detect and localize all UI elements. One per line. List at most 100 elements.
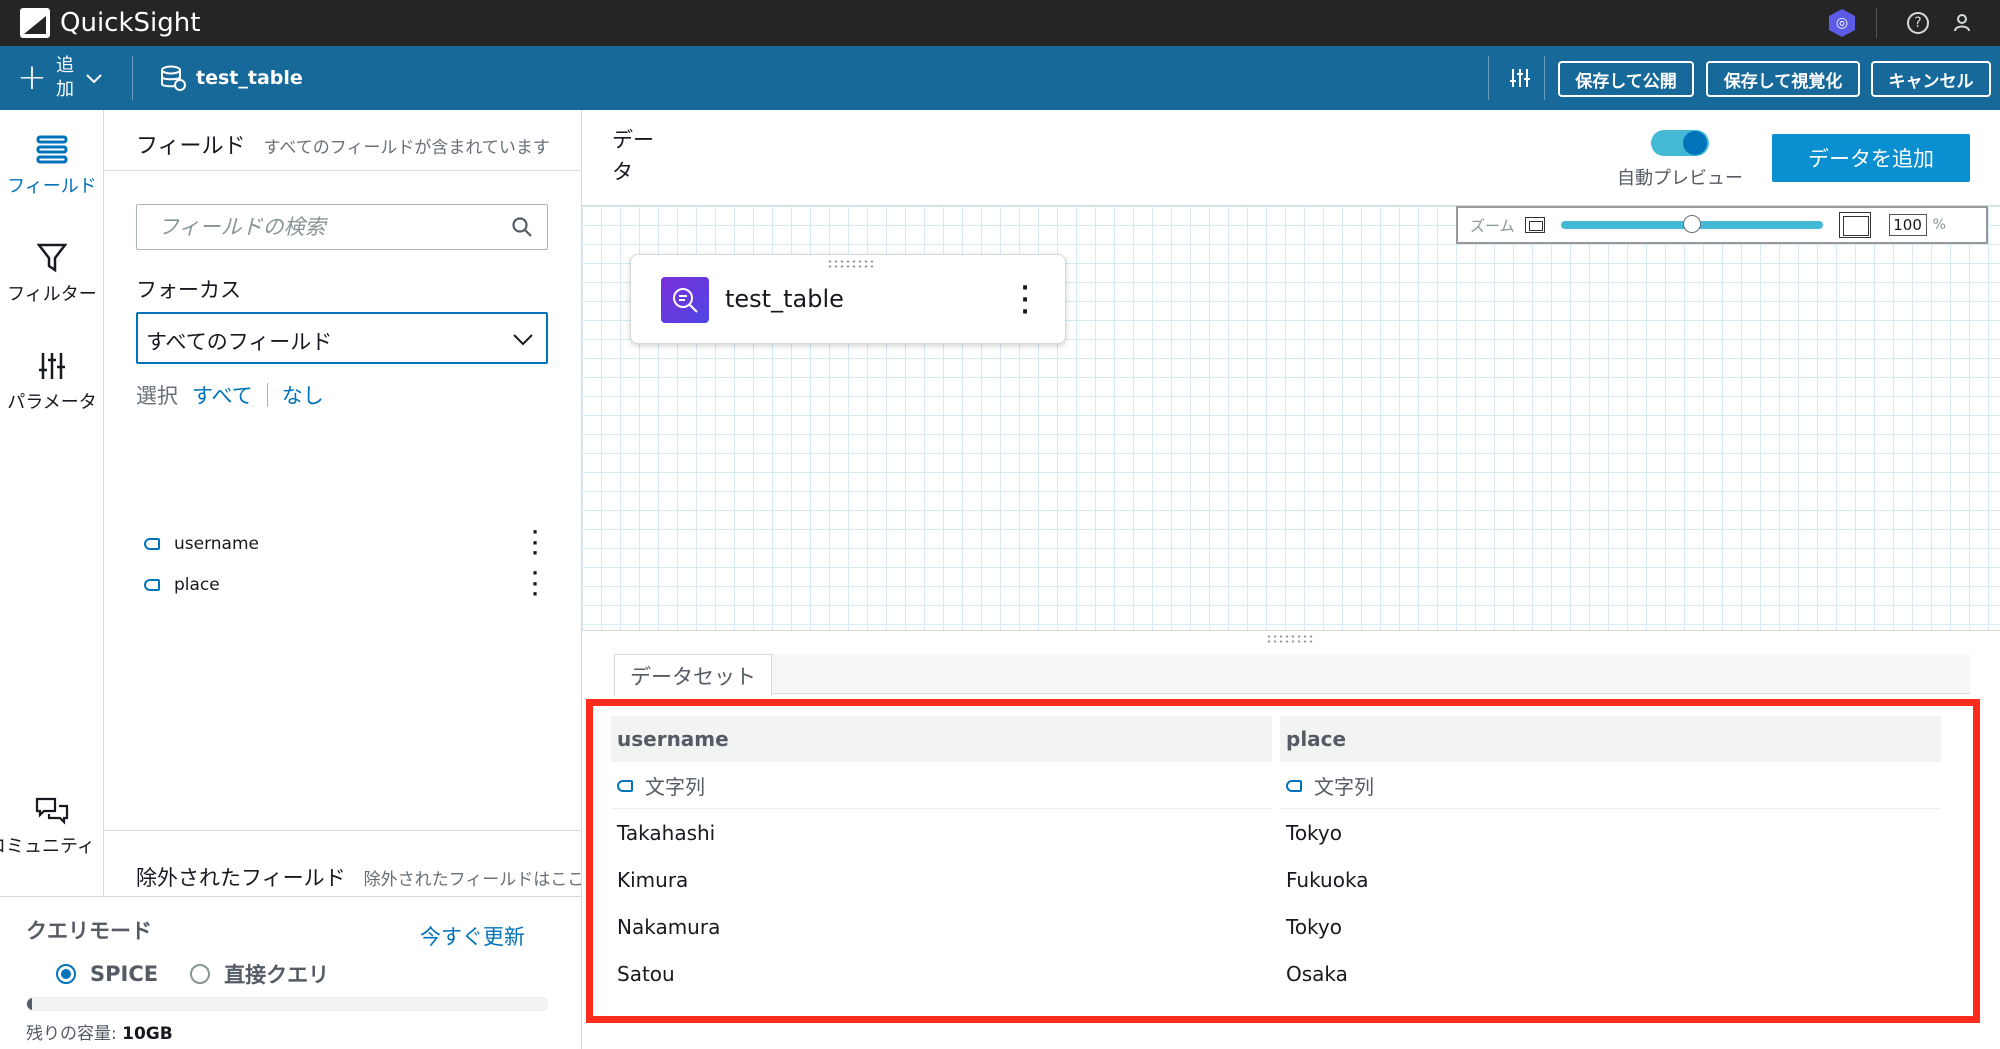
save-and-publish-button[interactable]: 保存して公開 xyxy=(1558,61,1694,97)
auto-preview-toggle[interactable] xyxy=(1651,130,1709,156)
column-header-username[interactable]: username xyxy=(611,716,1272,762)
amazon-q-icon[interactable]: ◎ xyxy=(1828,9,1856,37)
table-row: Kimura Fukuoka xyxy=(611,856,1941,903)
table-row: Satou Osaka xyxy=(611,950,1941,997)
fields-panel-header: フィールド すべてのフィールドが含まれています xyxy=(136,128,550,160)
filter-funnel-icon xyxy=(0,240,104,276)
add-data-button[interactable]: データを追加 xyxy=(1772,134,1970,182)
rail-item-fields[interactable]: フィールド xyxy=(0,132,104,198)
app-name: QuickSight xyxy=(60,8,201,38)
column-type-row: 文字列 文字列 xyxy=(611,762,1941,809)
table-row: Takahashi Tokyo xyxy=(611,809,1941,856)
capacity-value: 10GB xyxy=(122,1024,173,1044)
data-canvas[interactable]: ズーム 100 % test_table · · · xyxy=(582,206,2000,630)
divider xyxy=(104,170,581,171)
table-cell: Tokyo xyxy=(1286,914,1342,939)
zoom-out-icon[interactable] xyxy=(1524,217,1545,233)
dataset-editor-toolbar: + 追加 test_table 保存して公開 保存して視覚化 キャンセル xyxy=(0,46,2000,110)
auto-preview-control[interactable]: 自動プレビュー xyxy=(1610,130,1750,190)
column-type: 文字列 xyxy=(645,774,705,799)
table-cell: Fukuoka xyxy=(1286,867,1369,892)
spice-capacity-fill xyxy=(27,998,33,1010)
refresh-now-link[interactable]: 今すぐ更新 xyxy=(420,921,525,951)
rail-item-label: フィールド xyxy=(7,176,97,197)
chevron-down-icon xyxy=(512,328,534,350)
dataset-title[interactable]: test_table xyxy=(160,60,303,96)
drag-handle-icon[interactable] xyxy=(1266,634,1314,644)
auto-preview-label: 自動プレビュー xyxy=(1617,168,1743,189)
column-type: 文字列 xyxy=(1314,774,1374,799)
field-item-username[interactable]: username · · · xyxy=(144,523,544,563)
excluded-fields-header[interactable]: 除外されたフィールド 除外されたフィールドはここに表示されます xyxy=(136,862,581,892)
preview-tabs: データセット xyxy=(614,654,1970,696)
drag-handle-icon[interactable] xyxy=(827,259,875,269)
add-menu-label: 追加 xyxy=(56,55,74,100)
string-tag-icon xyxy=(144,538,160,550)
more-options-icon[interactable]: · · · xyxy=(526,564,544,604)
field-item-place[interactable]: place · · · xyxy=(144,564,544,604)
zoom-slider-thumb[interactable] xyxy=(1682,215,1701,233)
zoom-slider[interactable] xyxy=(1560,215,1823,233)
select-label: 選択 xyxy=(136,384,178,408)
community-chat-icon xyxy=(0,794,104,830)
table-row: Nakamura Tokyo xyxy=(611,903,1941,950)
direct-query-radio[interactable] xyxy=(190,964,211,984)
tab-dataset[interactable]: データセット xyxy=(614,654,772,696)
plus-icon: + xyxy=(16,57,48,98)
table-cell: Nakamura xyxy=(617,914,721,939)
more-options-icon[interactable]: · · · xyxy=(1019,277,1031,323)
table-node[interactable]: test_table · · · xyxy=(630,254,1066,344)
focus-selected-value: すべてのフィールド xyxy=(146,330,333,354)
select-all-link[interactable]: すべて xyxy=(192,380,253,410)
help-icon[interactable]: ? xyxy=(1904,9,1932,37)
field-search-input[interactable] xyxy=(138,206,498,248)
table-cell: Satou xyxy=(617,961,675,986)
rail-item-filter[interactable]: フィルター xyxy=(0,240,104,306)
chevron-down-icon xyxy=(86,68,102,89)
select-none-link[interactable]: なし xyxy=(282,380,324,410)
divider xyxy=(266,383,268,407)
excluded-fields-title: 除外されたフィールド xyxy=(136,866,346,890)
rail-item-parameters[interactable]: パラメータ xyxy=(0,348,104,414)
settings-sliders-icon[interactable] xyxy=(1502,60,1538,96)
column-header-place[interactable]: place xyxy=(1280,716,1941,762)
fields-panel-title: フィールド xyxy=(136,134,246,159)
spice-radio-label[interactable]: SPICE xyxy=(90,962,158,986)
save-and-visualize-button[interactable]: 保存して視覚化 xyxy=(1706,61,1860,97)
selection-controls: 選択 すべて なし xyxy=(136,380,324,410)
zoom-value[interactable]: 100 xyxy=(1888,214,1927,236)
column-type-cell[interactable]: 文字列 xyxy=(1280,762,1941,809)
field-search-box[interactable] xyxy=(136,204,548,250)
direct-query-radio-label[interactable]: 直接クエリ xyxy=(224,959,329,989)
rail-item-label: パラメータ xyxy=(7,392,97,413)
quicksight-logo-icon xyxy=(20,8,50,38)
dataset-name[interactable]: test_table xyxy=(196,67,303,89)
cancel-button[interactable]: キャンセル xyxy=(1871,61,1991,97)
column-type-cell[interactable]: 文字列 xyxy=(611,762,1272,809)
zoom-unit: % xyxy=(1932,217,1946,233)
preview-grid: username place 文字列 文字列 Takahashi Tokyo K… xyxy=(603,716,1949,997)
string-tag-icon xyxy=(1286,779,1302,792)
spice-radio[interactable] xyxy=(56,964,76,984)
query-mode-options: SPICE 直接クエリ xyxy=(56,959,329,989)
field-name: username xyxy=(174,534,259,554)
search-icon[interactable] xyxy=(511,216,533,238)
rail-item-label: フィルター xyxy=(7,284,97,305)
panel-resize-handle[interactable] xyxy=(582,630,2000,644)
app-brand[interactable]: QuickSight xyxy=(20,6,200,40)
zoom-label: ズーム xyxy=(1470,216,1515,235)
string-tag-icon xyxy=(144,579,160,591)
top-navigation-bar: QuickSight ◎ ? xyxy=(0,0,2000,46)
zoom-fit-icon[interactable] xyxy=(1838,212,1871,238)
zoom-controls: ズーム 100 % xyxy=(1456,206,1988,244)
fields-panel-subtitle: すべてのフィールドが含まれています xyxy=(263,138,550,158)
rail-item-community[interactable]: コミュニティ xyxy=(0,794,104,860)
user-icon[interactable] xyxy=(1948,9,1976,37)
add-menu-button[interactable]: + 追加 xyxy=(14,52,108,104)
spice-capacity-text: 残りの容量: 10GB xyxy=(26,1019,173,1044)
more-options-icon[interactable]: · · · xyxy=(526,523,544,563)
focus-select[interactable]: すべてのフィールド xyxy=(136,312,548,364)
field-name: place xyxy=(174,575,220,595)
page-title: データ xyxy=(612,128,654,184)
spice-capacity-bar xyxy=(26,997,548,1011)
